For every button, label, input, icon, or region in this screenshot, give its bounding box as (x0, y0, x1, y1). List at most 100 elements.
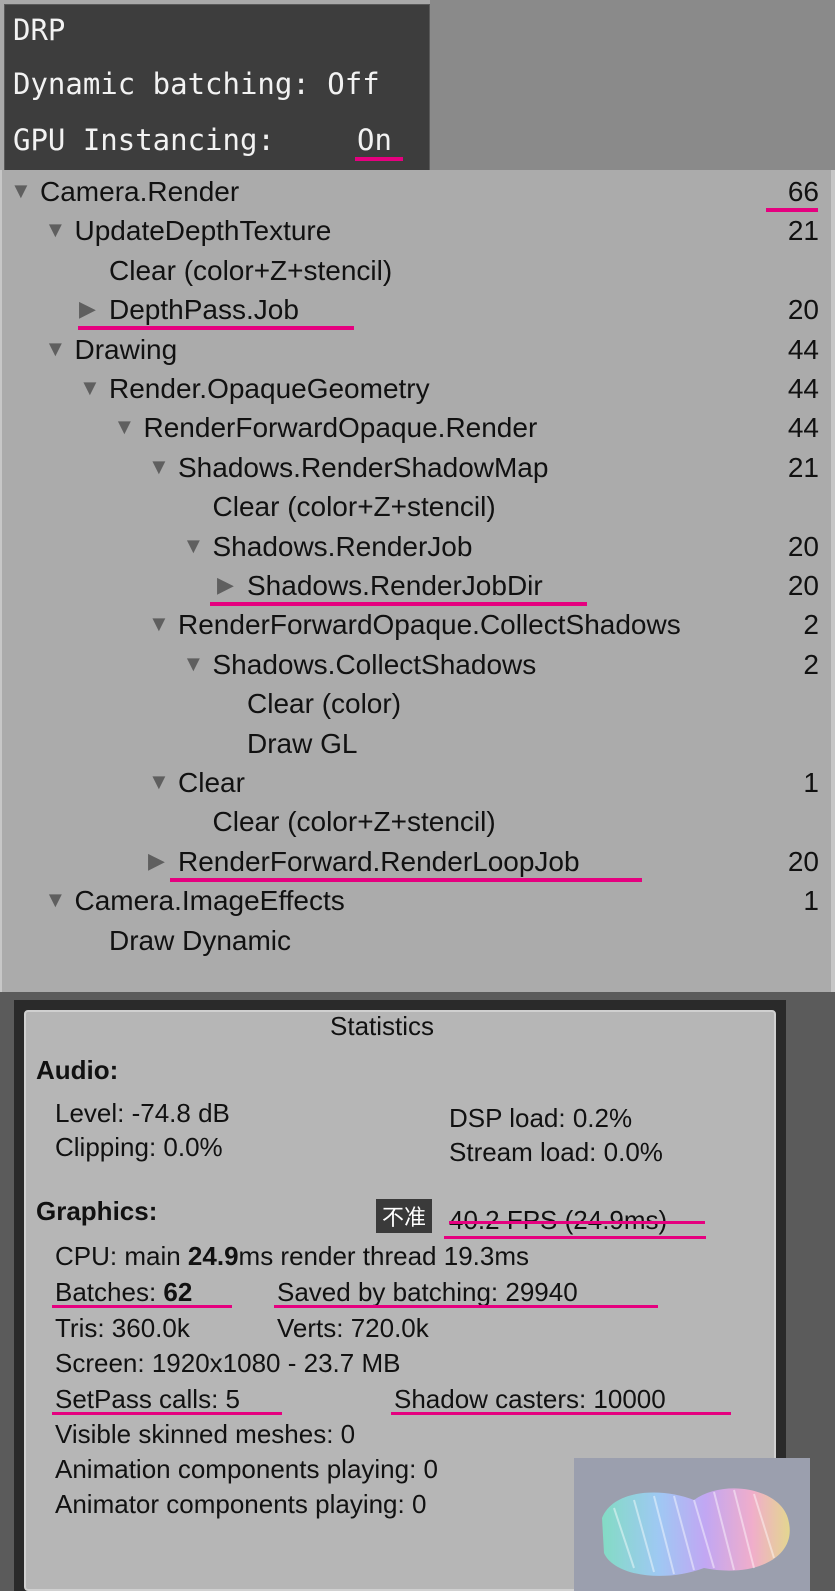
batches-stat: Batches: 62 (55, 1276, 192, 1308)
saved-by-batching: Saved by batching: 29940 (277, 1277, 578, 1307)
tree-row-label: Draw Dynamic (109, 924, 292, 956)
tree-row[interactable]: Clear (color+Z+stencil) (2, 802, 835, 842)
tree-row[interactable]: Draw GL (2, 724, 835, 764)
cpu-suffix: ms render thread 19.3ms (238, 1241, 529, 1271)
cpu-main-value: 24.9 (187, 1241, 239, 1271)
tree-row[interactable]: ▼ Render.OpaqueGeometry 44 (2, 369, 835, 409)
expanded-arrow-icon[interactable]: ▼ (148, 767, 170, 797)
expanded-arrow-icon[interactable]: ▼ (45, 885, 67, 915)
tree-row-label: Clear (color) (247, 688, 402, 720)
tris-stat: Tris: 360.0k (55, 1313, 190, 1343)
tree-row-label: Camera.ImageEffects (74, 885, 345, 917)
audio-heading: Audio: (36, 1055, 119, 1085)
tree-row[interactable]: ▼ Shadows.RenderJob 20 (2, 527, 835, 567)
fps-underline (444, 1236, 706, 1239)
expanded-arrow-icon[interactable]: ▼ (148, 609, 170, 639)
tree-row[interactable]: ▼ Camera.ImageEffects 1 (2, 881, 835, 921)
cpu-prefix: CPU: main (55, 1241, 188, 1271)
rainbow-mesh-graphic (602, 1488, 790, 1576)
expanded-arrow-icon[interactable]: ▼ (183, 649, 205, 679)
top-gray-strip (430, 0, 835, 170)
expanded-arrow-icon[interactable]: ▼ (114, 412, 136, 442)
tree-row-label: DepthPass.Job (109, 294, 299, 326)
fps-readout: 40.2 FPS (24.9ms) (449, 1205, 668, 1235)
gpu-instancing-underline (355, 157, 403, 161)
dsp-load: DSP load: 0.2% (449, 1103, 633, 1133)
tree-row-count: 44 (787, 333, 819, 365)
tree-row-count: 20 (787, 845, 819, 877)
setpass-underline (52, 1412, 282, 1415)
stream-load: Stream load: 0.0% (449, 1137, 663, 1167)
collapsed-arrow-icon[interactable]: ▶ (79, 294, 96, 324)
tree-row-label: Clear (color+Z+stencil) (212, 491, 496, 523)
tree-row-count: 44 (787, 412, 819, 444)
expanded-arrow-icon[interactable]: ▼ (183, 531, 205, 561)
expanded-arrow-icon[interactable]: ▼ (45, 215, 67, 245)
tree-row-count: 1 (803, 767, 819, 798)
tree-row[interactable]: ▶ RenderForward.RenderLoopJob 20 (2, 842, 835, 882)
tree-row[interactable]: ▼ RenderForwardOpaque.Render 44 (2, 408, 835, 448)
graphics-heading: Graphics: (36, 1196, 158, 1226)
tree-row-label: Shadows.CollectShadows (212, 648, 537, 680)
visible-skinned-meshes: Visible skinned meshes: 0 (55, 1419, 356, 1449)
tree-row[interactable]: Clear (color+Z+stencil) (2, 251, 835, 291)
scene-preview-image (574, 1458, 810, 1591)
screen-stat: Screen: 1920x1080 - 23.7 MB (55, 1348, 401, 1378)
tree-row-label: Drawing (74, 333, 178, 365)
expanded-arrow-icon[interactable]: ▼ (79, 373, 101, 403)
tree-row-count: 21 (787, 451, 819, 483)
tree-row-label: Render.OpaqueGeometry (109, 373, 430, 404)
batches-underline (52, 1305, 232, 1308)
saved-by-batching-underline (274, 1305, 658, 1308)
animation-components: Animation components playing: 0 (55, 1454, 439, 1484)
tree-row[interactable]: ▼ Camera.Render 66 (2, 172, 835, 212)
collapsed-arrow-icon[interactable]: ▶ (148, 846, 165, 876)
tree-row-count: 66 (787, 176, 819, 207)
overlay-title: DRP (13, 13, 66, 47)
expanded-arrow-icon[interactable]: ▼ (45, 334, 67, 364)
tree-row-label: RenderForward.RenderLoopJob (178, 845, 580, 877)
tree-row[interactable]: ▼ Shadows.RenderShadowMap 21 (2, 448, 835, 488)
tree-row-count: 20 (787, 570, 819, 601)
tree-row[interactable]: Clear (color) (2, 684, 835, 724)
tree-row-label: Shadows.RenderShadowMap (178, 451, 549, 483)
tree-row-label: Clear (color+Z+stencil) (212, 806, 496, 838)
tree-row[interactable]: ▼ Shadows.CollectShadows 2 (2, 645, 835, 685)
tree-row[interactable]: ▼ RenderForwardOpaque.CollectShadows 2 (2, 605, 835, 645)
collapsed-arrow-icon[interactable]: ▶ (217, 570, 234, 600)
tree-row[interactable]: ▶ DepthPass.Job 20 (2, 290, 835, 331)
tree-row-count: 2 (803, 648, 819, 680)
shadow-casters-underline (391, 1412, 731, 1415)
tree-row-label: UpdateDepthTexture (74, 215, 332, 247)
render-mode-overlay: DRP Dynamic batching: Off GPU Instancing… (4, 4, 430, 172)
tree-row-label: Shadows.RenderJob (212, 530, 473, 562)
verts-stat: Verts: 720.0k (277, 1313, 429, 1343)
tree-row[interactable]: ▼ UpdateDepthTexture 21 (2, 211, 835, 251)
tree-row[interactable]: Clear (color+Z+stencil) (2, 487, 835, 527)
statistics-title: Statistics (330, 1011, 435, 1041)
inaccurate-badge: 不准 (376, 1199, 433, 1233)
tree-row-label: RenderForwardOpaque.Render (143, 412, 538, 444)
tree-row[interactable]: ▼ Drawing 44 (2, 330, 835, 370)
gpu-instancing-value: On (357, 123, 392, 157)
profiler-hierarchy: ▼ Camera.Render 66 ▼ UpdateDepthTexture 21 Cle… (0, 170, 835, 992)
shadow-casters: Shadow casters: 10000 (394, 1384, 666, 1414)
tree-row-label: RenderForwardOpaque.CollectShadows (178, 609, 681, 641)
tree-row[interactable]: ▶ Shadows.RenderJobDir 20 (2, 566, 835, 606)
tree-row-label: Shadows.RenderJobDir (247, 570, 543, 601)
setpass-calls: SetPass calls: 5 (55, 1384, 240, 1414)
expanded-arrow-icon[interactable]: ▼ (148, 452, 170, 482)
animator-components: Animator components playing: 0 (55, 1489, 427, 1519)
dynamic-batching-status: Dynamic batching: Off (13, 67, 380, 101)
audio-clipping: Clipping: 0.0% (55, 1132, 223, 1162)
tree-row[interactable]: Draw Dynamic (2, 921, 835, 961)
tree-row-label: Clear (color+Z+stencil) (109, 254, 393, 286)
tree-row-count: 1 (803, 885, 819, 917)
tree-row[interactable]: ▼ Clear 1 (2, 763, 835, 803)
tree-row-count: 44 (787, 373, 819, 404)
tree-row-label: Draw GL (247, 727, 358, 759)
expanded-arrow-icon[interactable]: ▼ (10, 176, 32, 206)
tree-row-label: Camera.Render (40, 176, 240, 207)
batches-value: 62 (163, 1277, 193, 1307)
tree-row-count: 20 (787, 294, 819, 326)
